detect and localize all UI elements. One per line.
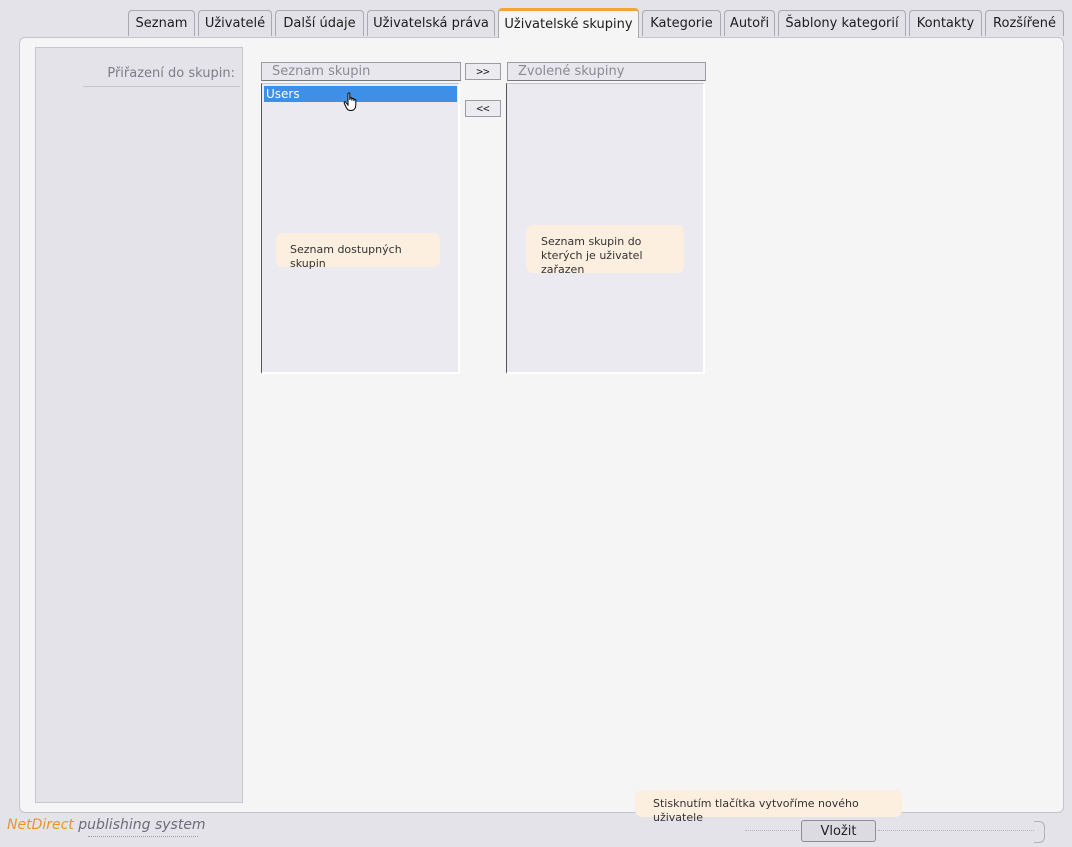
tab-autori[interactable]: Autoři xyxy=(724,10,775,36)
tab-dalsi-udaje[interactable]: Další údaje xyxy=(275,10,364,36)
netdirect-logo: NetDirect publishing system xyxy=(7,817,206,833)
tab-uzivatele[interactable]: Uživatelé xyxy=(198,10,272,36)
submit-tip: Stisknutím tlačítka vytvoříme nového uži… xyxy=(635,790,902,824)
remove-group-button[interactable]: << xyxy=(465,100,501,117)
brand-primary: NetDirect xyxy=(7,817,74,833)
selected-groups-tip: Seznam skupin do kterých je uživatel zař… xyxy=(526,225,684,276)
insert-button[interactable]: Vložit xyxy=(801,820,876,842)
tab-kategorie[interactable]: Kategorie xyxy=(642,10,721,36)
tab-seznam[interactable]: Seznam xyxy=(128,10,195,36)
selected-groups-header: Zvolené skupiny xyxy=(507,62,706,81)
available-groups-list[interactable]: Users xyxy=(261,83,460,374)
tab-rozsirene[interactable]: Rozšířené xyxy=(985,10,1064,36)
tab-sablony-kategorii[interactable]: Šablony kategorií xyxy=(778,10,906,36)
list-item-users[interactable]: Users xyxy=(264,86,457,102)
tab-uzivatelske-skupiny[interactable]: Uživatelské skupiny xyxy=(498,8,639,38)
available-groups-header: Seznam skupin xyxy=(261,62,461,81)
add-group-button[interactable]: >> xyxy=(465,63,501,80)
tab-uzivatelska-prava[interactable]: Uživatelská práva xyxy=(367,10,495,36)
tab-bar: Seznam Uživatelé Další údaje Uživatelská… xyxy=(128,8,1072,38)
assign-groups-label: Přiřazení do skupin: xyxy=(107,66,235,81)
label-divider xyxy=(83,86,240,87)
submit-line-left xyxy=(745,830,799,832)
footer-divider xyxy=(88,836,198,837)
available-groups-tip: Seznam dostupných skupin xyxy=(276,233,440,270)
brand-secondary: publishing system xyxy=(78,817,206,833)
submit-line-right xyxy=(878,830,1034,832)
hand-cursor-icon xyxy=(343,92,357,111)
footer-bracket xyxy=(1034,821,1045,843)
form-label-column xyxy=(35,47,243,803)
tab-kontakty[interactable]: Kontakty xyxy=(909,10,982,36)
